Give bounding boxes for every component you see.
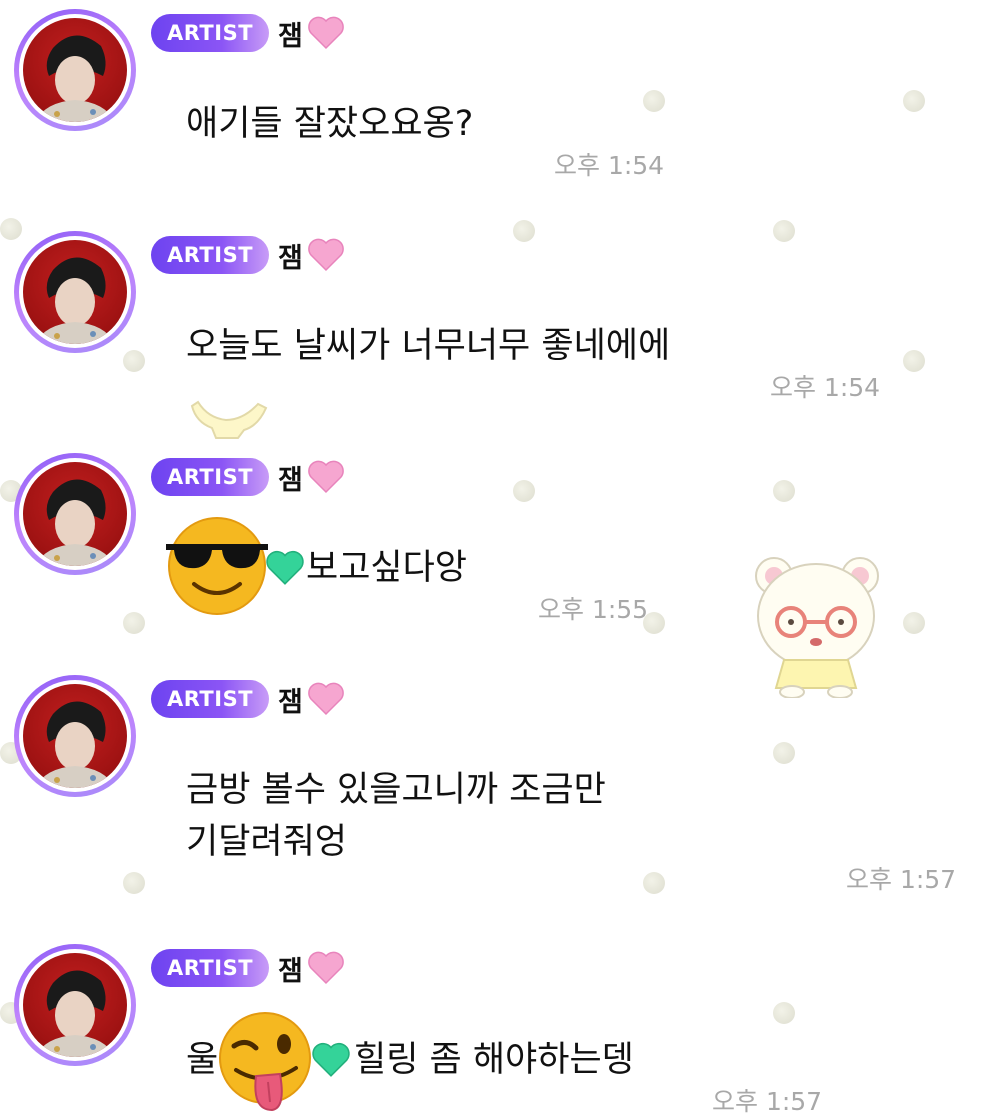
pink-heart-icon [308, 238, 344, 272]
message-text-prefix: 울 [186, 1040, 219, 1080]
message-text: 보고싶다앙 [306, 548, 468, 588]
message-text: 힐링 좀 해야하는뎅 [354, 1040, 634, 1080]
background-dot [513, 480, 535, 502]
avatar[interactable] [14, 231, 136, 353]
sender-name: 잼 [278, 243, 303, 274]
bear-sticker-partial-icon [190, 400, 268, 439]
background-dot [773, 220, 795, 242]
pink-heart-icon [308, 682, 344, 716]
message-time: 오후 1:54 [770, 373, 881, 402]
artist-badge: ARTIST [151, 458, 269, 496]
message-text-line: 기달려줘엉 [186, 822, 348, 862]
avatar[interactable] [14, 944, 136, 1066]
message-time: 오후 1:54 [554, 151, 665, 180]
artist-badge: ARTIST [151, 680, 269, 718]
background-dot [903, 350, 925, 372]
message-time: 오후 1:57 [846, 865, 957, 894]
background-dot [123, 612, 145, 634]
winking-face-with-tongue-icon [219, 1012, 311, 1112]
background-dot [123, 872, 145, 894]
green-heart-icon [266, 550, 304, 585]
message-text-line: 금방 볼수 있을고니까 조금만 [186, 770, 606, 810]
background-dot [903, 90, 925, 112]
background-dot [123, 350, 145, 372]
background-dot [773, 480, 795, 502]
green-heart-icon [312, 1042, 350, 1077]
background-dot [0, 218, 22, 240]
smiling-face-with-sunglasses-icon [166, 517, 268, 615]
avatar[interactable] [14, 675, 136, 797]
artist-badge: ARTIST [151, 14, 269, 52]
artist-badge: ARTIST [151, 949, 269, 987]
pink-heart-icon [308, 460, 344, 494]
sender-name: 잼 [278, 687, 303, 718]
pink-heart-icon [308, 16, 344, 50]
message-text: 애기들 잘잤오요옹? [186, 104, 474, 144]
bear-with-glasses-icon [755, 557, 879, 698]
pink-heart-icon [308, 951, 344, 985]
message-time: 오후 1:55 [538, 595, 649, 624]
background-dot [643, 90, 665, 112]
sender-name: 잼 [278, 465, 303, 496]
artist-badge: ARTIST [151, 236, 269, 274]
avatar[interactable] [14, 453, 136, 575]
background-dot [513, 220, 535, 242]
background-dot [773, 742, 795, 764]
message-text: 오늘도 날씨가 너무너무 좋네에에 [186, 326, 671, 366]
avatar[interactable] [14, 9, 136, 131]
background-dot [643, 872, 665, 894]
background-dot [903, 612, 925, 634]
sender-name: 잼 [278, 956, 303, 987]
background-dot [773, 1002, 795, 1024]
message-time: 오후 1:57 [712, 1087, 823, 1116]
sender-name: 잼 [278, 21, 303, 52]
